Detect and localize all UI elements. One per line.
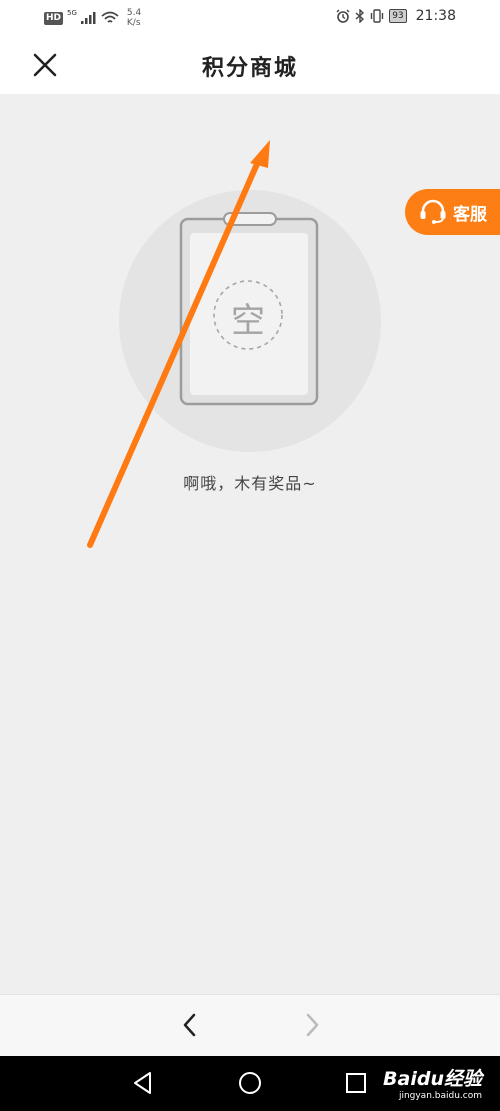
network-gen-label: 5G: [67, 9, 77, 17]
status-time: 21:38: [415, 8, 456, 24]
battery-indicator: 93: [389, 9, 407, 23]
customer-service-label: 客服: [453, 204, 487, 225]
status-bar: HD 5G 5.4 K/s 93 21:38: [0, 0, 500, 34]
net-speed: 5.4 K/s: [127, 8, 141, 28]
hd-badge: HD: [44, 11, 64, 25]
empty-placeholder-char: 空: [231, 301, 265, 341]
triangle-back-icon[interactable]: [130, 1070, 156, 1096]
vibrate-icon: [370, 9, 384, 23]
net-speed-value: 5.4: [126, 8, 142, 18]
empty-message: 啊哦，木有奖品~: [183, 474, 317, 493]
headset-icon: [420, 199, 446, 224]
circle-home-icon[interactable]: [237, 1070, 263, 1096]
page-title: 积分商城: [201, 56, 298, 81]
baidu-watermark: Baidu经验 jingyan.baidu.com: [383, 1064, 482, 1101]
watermark-sub: jingyan.baidu.com: [398, 1091, 482, 1101]
square-recents-icon[interactable]: [343, 1070, 369, 1096]
watermark-main: Baidu经验: [383, 1068, 482, 1090]
browser-nav-bar: [0, 994, 500, 1057]
status-right: 93 21:38: [336, 8, 456, 24]
net-speed-unit: K/s: [126, 18, 141, 28]
main-content: 客服 空 啊哦，木有奖品~: [0, 94, 500, 994]
empty-clipboard-icon: 空: [118, 189, 382, 453]
alarm-icon: [336, 9, 350, 23]
system-nav-bar: Baidu经验 jingyan.baidu.com: [0, 1056, 500, 1111]
chevron-right-icon[interactable]: [298, 1011, 326, 1039]
customer-service-button[interactable]: 客服: [405, 189, 500, 235]
status-left: HD 5G 5.4 K/s: [44, 8, 141, 28]
bluetooth-icon: [355, 9, 365, 23]
signal-icon: [80, 12, 96, 24]
chevron-left-icon[interactable]: [176, 1011, 204, 1039]
app-header: 积分商城: [0, 34, 500, 94]
wifi-icon: [101, 11, 119, 23]
